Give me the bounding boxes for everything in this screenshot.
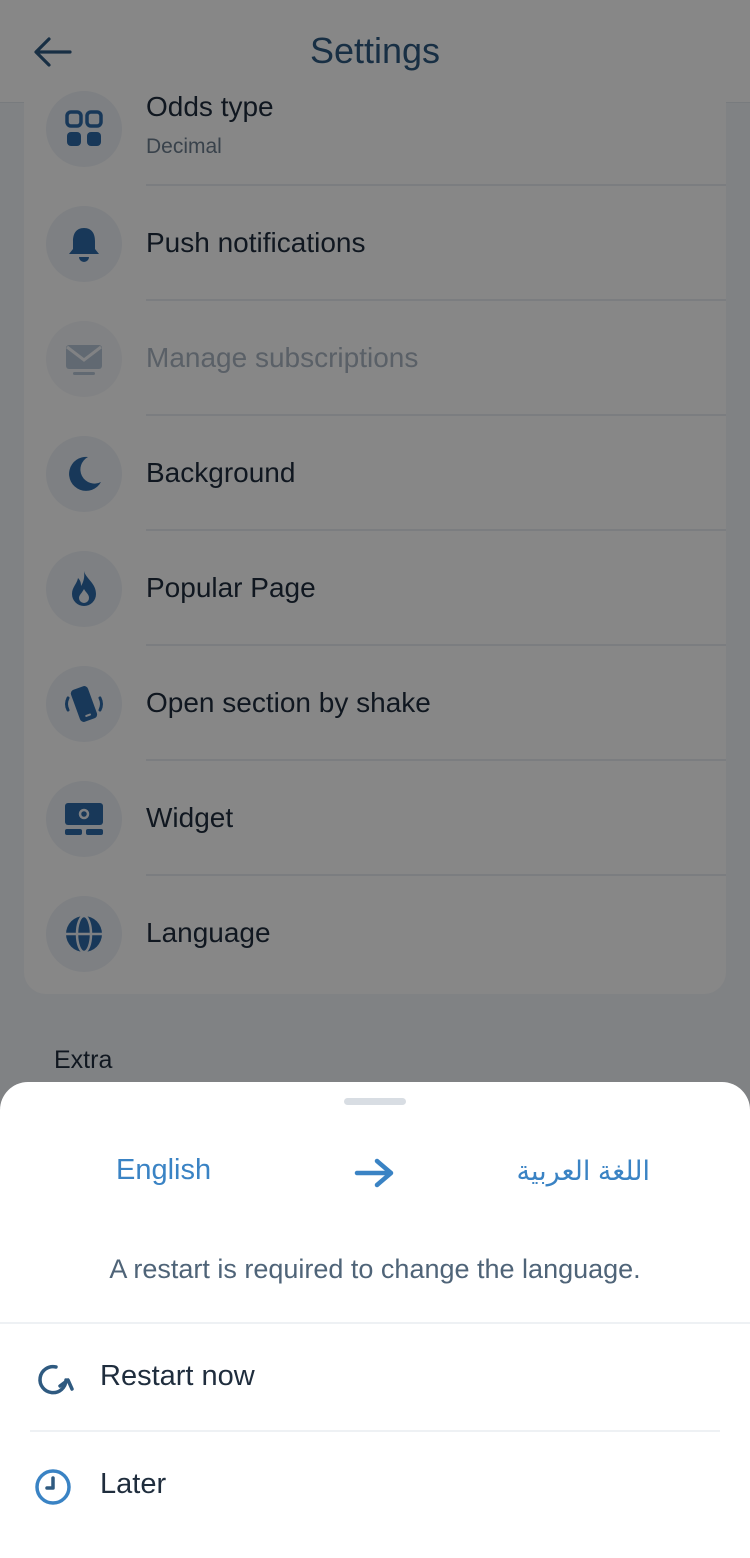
restart-now-option[interactable]: Restart now [0,1328,750,1428]
clock-icon [35,1469,71,1505]
arrow-right-icon [354,1158,394,1188]
divider [30,1430,720,1432]
drag-handle[interactable] [344,1098,406,1105]
current-language: English [116,1154,212,1186]
later-label: Later [100,1468,167,1500]
divider [0,1322,750,1324]
later-option[interactable]: Later [0,1436,750,1536]
restart-notice: A restart is required to change the lang… [109,1254,641,1284]
restart-now-label: Restart now [100,1360,255,1392]
language-change-sheet: English اللغة العربية A restart is requi… [0,1082,750,1558]
new-language: اللغة العربية [516,1156,650,1186]
restart-icon [38,1364,74,1395]
